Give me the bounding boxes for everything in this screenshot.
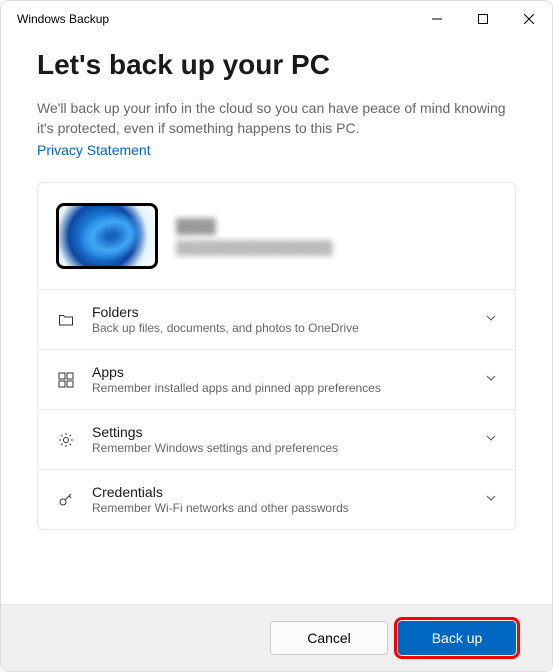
content-area: Let's back up your PC We'll back up your… [1, 37, 552, 604]
row-folders[interactable]: Folders Back up files, documents, and ph… [38, 290, 515, 350]
folder-icon [56, 310, 76, 330]
row-title: Credentials [92, 484, 469, 500]
maximize-button[interactable] [460, 1, 506, 37]
row-credentials[interactable]: Credentials Remember Wi-Fi networks and … [38, 470, 515, 529]
backup-card: ████ █████████████████ Folders Back up f… [37, 182, 516, 530]
page-heading: Let's back up your PC [37, 49, 516, 81]
row-subtitle: Remember installed apps and pinned app p… [92, 381, 469, 395]
profile-name: ████ [176, 218, 497, 234]
device-thumbnail [56, 203, 158, 269]
row-apps[interactable]: Apps Remember installed apps and pinned … [38, 350, 515, 410]
row-settings[interactable]: Settings Remember Windows settings and p… [38, 410, 515, 470]
chevron-down-icon [485, 431, 497, 449]
titlebar: Windows Backup [1, 1, 552, 37]
privacy-link[interactable]: Privacy Statement [37, 142, 151, 158]
gear-icon [56, 430, 76, 450]
row-text: Apps Remember installed apps and pinned … [92, 364, 469, 395]
row-subtitle: Remember Windows settings and preference… [92, 441, 469, 455]
row-text: Settings Remember Windows settings and p… [92, 424, 469, 455]
key-icon [56, 490, 76, 510]
footer: Cancel Back up [1, 604, 552, 671]
cancel-button[interactable]: Cancel [270, 621, 388, 655]
row-text: Credentials Remember Wi-Fi networks and … [92, 484, 469, 515]
row-text: Folders Back up files, documents, and ph… [92, 304, 469, 335]
row-subtitle: Back up files, documents, and photos to … [92, 321, 469, 335]
minimize-button[interactable] [414, 1, 460, 37]
apps-icon [56, 370, 76, 390]
profile-info: ████ █████████████████ [176, 218, 497, 255]
close-button[interactable] [506, 1, 552, 37]
row-subtitle: Remember Wi-Fi networks and other passwo… [92, 501, 469, 515]
window-controls [414, 1, 552, 37]
chevron-down-icon [485, 311, 497, 329]
chevron-down-icon [485, 491, 497, 509]
row-title: Apps [92, 364, 469, 380]
row-title: Settings [92, 424, 469, 440]
window-title: Windows Backup [17, 12, 414, 26]
row-title: Folders [92, 304, 469, 320]
backup-button[interactable]: Back up [398, 621, 516, 655]
profile-subtitle: █████████████████ [176, 240, 497, 255]
page-description: We'll back up your info in the cloud so … [37, 99, 516, 138]
profile-row: ████ █████████████████ [38, 183, 515, 290]
chevron-down-icon [485, 371, 497, 389]
